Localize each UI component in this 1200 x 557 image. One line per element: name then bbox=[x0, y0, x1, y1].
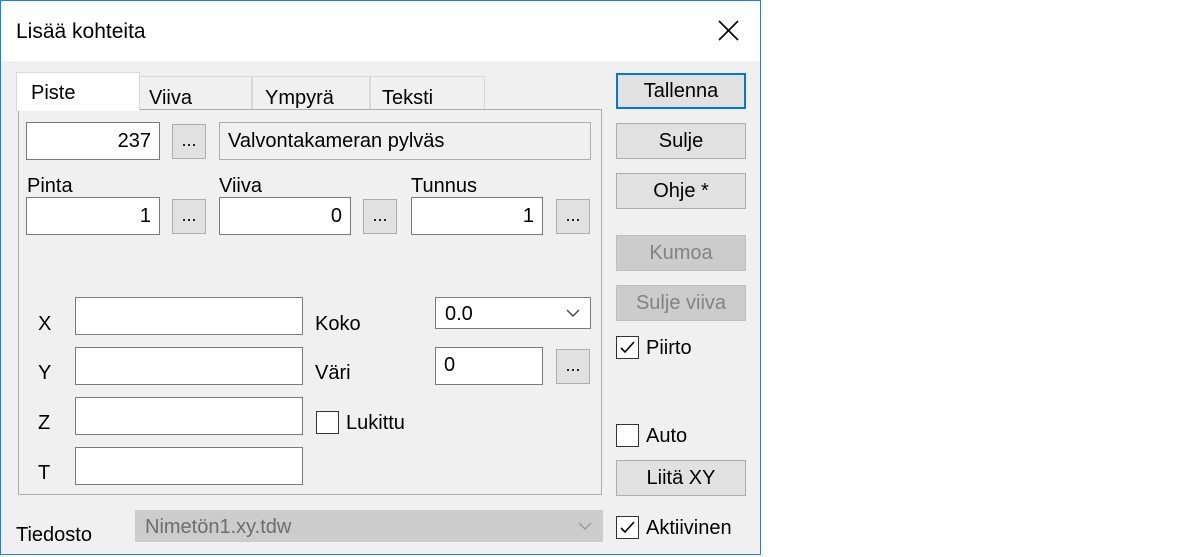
koko-select[interactable]: 0.0 bbox=[435, 297, 591, 329]
auto-checkbox[interactable] bbox=[616, 424, 639, 447]
tab-ympyra[interactable]: Ympyrä bbox=[252, 76, 370, 110]
aktiivinen-label: Aktiivinen bbox=[646, 517, 732, 539]
close-line-button[interactable]: Sulje viiva bbox=[616, 285, 746, 321]
vari-input[interactable]: 0 bbox=[435, 347, 543, 385]
vari-label: Väri bbox=[315, 362, 351, 384]
piirto-checkbox[interactable] bbox=[616, 336, 639, 359]
t-label: T bbox=[38, 462, 51, 484]
piirto-label: Piirto bbox=[646, 337, 692, 359]
z-input[interactable] bbox=[75, 397, 303, 435]
close-dialog-button[interactable]: Sulje bbox=[616, 123, 746, 159]
pinta-label: Pinta bbox=[27, 175, 73, 197]
t-input[interactable] bbox=[75, 447, 303, 485]
close-button[interactable] bbox=[707, 11, 749, 51]
tab-label: Teksti bbox=[382, 87, 434, 109]
tunnus-label: Tunnus bbox=[411, 175, 477, 197]
x-label: X bbox=[38, 313, 52, 335]
tab-label: Viiva bbox=[149, 87, 192, 109]
lukittu-checkbox[interactable] bbox=[316, 411, 339, 434]
tab-label: Ympyrä bbox=[265, 87, 334, 109]
point-description-field: Valvontakameran pylväs bbox=[219, 122, 591, 160]
auto-label: Auto bbox=[646, 425, 688, 447]
viiva-browse-button[interactable]: ... bbox=[363, 199, 397, 234]
lukittu-label: Lukittu bbox=[346, 412, 405, 434]
viiva-input[interactable]: 0 bbox=[219, 197, 351, 235]
z-label: Z bbox=[38, 412, 51, 434]
point-number-browse-button[interactable]: ... bbox=[172, 124, 206, 159]
undo-button[interactable]: Kumoa bbox=[616, 235, 746, 271]
pinta-browse-button[interactable]: ... bbox=[172, 199, 206, 234]
point-number-input[interactable]: 237 bbox=[26, 122, 160, 160]
file-select[interactable]: Nimetön1.xy.tdw bbox=[135, 510, 603, 542]
close-icon bbox=[718, 20, 739, 41]
help-button[interactable]: Ohje * bbox=[616, 173, 746, 209]
x-input[interactable] bbox=[75, 297, 303, 335]
tab-label: Piste bbox=[31, 82, 76, 104]
y-input[interactable] bbox=[75, 347, 303, 385]
aktiivinen-checkbox[interactable] bbox=[616, 516, 639, 539]
tunnus-input[interactable]: 1 bbox=[411, 197, 543, 235]
title-bar: Lisää kohteita bbox=[1, 1, 760, 61]
tab-teksti[interactable]: Teksti bbox=[370, 76, 485, 110]
y-label: Y bbox=[38, 362, 52, 384]
vari-browse-button[interactable]: ... bbox=[556, 349, 590, 384]
save-button[interactable]: Tallenna bbox=[616, 73, 746, 109]
pinta-input[interactable]: 1 bbox=[26, 197, 160, 235]
attach-xy-button[interactable]: Liitä XY bbox=[616, 460, 746, 496]
tab-piste[interactable]: Piste bbox=[16, 72, 140, 111]
chevron-down-icon bbox=[578, 522, 592, 530]
tunnus-browse-button[interactable]: ... bbox=[556, 199, 590, 234]
add-items-dialog: Lisää kohteita Viiva Ympyrä Teksti Piste… bbox=[0, 0, 761, 555]
tab-viiva[interactable]: Viiva bbox=[138, 76, 252, 110]
viiva-label: Viiva bbox=[219, 175, 262, 197]
koko-label: Koko bbox=[315, 313, 361, 335]
checkmark-icon bbox=[620, 521, 635, 534]
window-title: Lisää kohteita bbox=[16, 20, 146, 43]
checkmark-icon bbox=[620, 341, 635, 354]
file-label: Tiedosto bbox=[16, 524, 92, 546]
chevron-down-icon bbox=[566, 309, 580, 317]
